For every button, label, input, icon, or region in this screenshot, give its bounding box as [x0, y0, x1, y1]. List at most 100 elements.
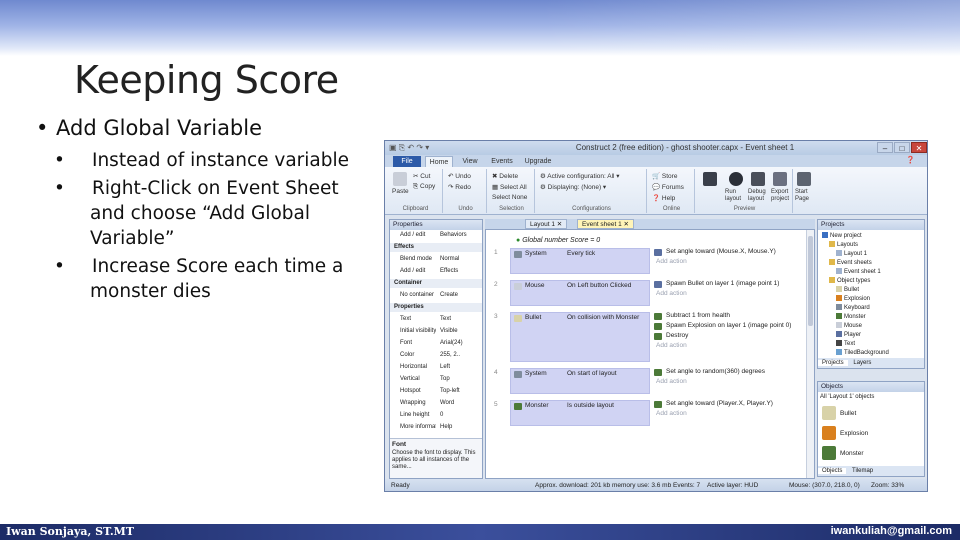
delete-button[interactable]: ✖ Delete: [492, 172, 518, 180]
event-condition[interactable]: System Every tick: [510, 248, 650, 274]
project-tree-item[interactable]: Object types: [829, 277, 870, 285]
maximize-button[interactable]: □: [894, 142, 910, 153]
export-project-button[interactable]: Export project: [771, 189, 793, 203]
run-layout-icon[interactable]: [729, 172, 743, 186]
add-action-link[interactable]: Add action: [654, 410, 806, 418]
project-tree-item[interactable]: Keyboard: [836, 304, 870, 312]
redo-button[interactable]: ↷ Redo: [448, 183, 471, 191]
active-configuration-select[interactable]: ⚙ Active configuration: All ▾: [540, 172, 620, 180]
paste-button[interactable]: Paste: [392, 188, 409, 195]
object-monster[interactable]: Monster: [822, 444, 863, 464]
event-condition[interactable]: Monster Is outside layout: [510, 400, 650, 426]
tab-objects[interactable]: Objects: [818, 468, 847, 474]
object-bullet[interactable]: Bullet: [822, 404, 856, 424]
displaying-select[interactable]: ⚙ Displaying: (None) ▾: [540, 183, 606, 191]
project-tree-item[interactable]: Bullet: [836, 286, 859, 294]
close-button[interactable]: ✕: [911, 142, 927, 153]
property-value[interactable]: Left: [440, 363, 480, 372]
export-project-icon[interactable]: [773, 172, 787, 186]
property-row[interactable]: Vertical Top: [390, 375, 482, 384]
event-action[interactable]: Set angle to random(360) degrees: [654, 368, 806, 376]
project-tree-item[interactable]: New project: [822, 232, 862, 240]
global-variable[interactable]: ● Global number Score = 0: [516, 237, 600, 244]
property-value[interactable]: Arial(24): [440, 339, 480, 348]
property-row[interactable]: Text Text: [390, 315, 482, 324]
object-explosion[interactable]: Explosion: [822, 424, 868, 444]
property-row[interactable]: Horizontal Left: [390, 363, 482, 372]
property-row[interactable]: Initial visibility Visible: [390, 327, 482, 336]
event-sheet[interactable]: ● Global number Score = 0 1 System Every t…: [485, 229, 815, 479]
copy-button[interactable]: ⎘ Copy: [413, 183, 435, 191]
property-row[interactable]: More information Help: [390, 423, 482, 432]
add-action-link[interactable]: Add action: [654, 342, 806, 350]
property-value[interactable]: 255, 2..: [440, 351, 480, 360]
event-sheet-scrollbar[interactable]: [806, 230, 814, 478]
help-icon[interactable]: ❓: [906, 156, 915, 164]
tab-file[interactable]: File: [393, 156, 421, 167]
project-tree-item[interactable]: Player: [836, 331, 861, 339]
tab-home[interactable]: Home: [425, 156, 453, 167]
start-page-button[interactable]: Start Page: [795, 189, 813, 203]
event-block[interactable]: 5 Monster Is outside layout Set angle towar…: [494, 400, 810, 428]
property-row[interactable]: No container Create: [390, 291, 482, 300]
event-action[interactable]: Spawn Bullet on layer 1 (image point 1): [654, 280, 806, 288]
project-tree-item[interactable]: TiledBackground: [836, 349, 889, 357]
property-row[interactable]: Color 255, 2..: [390, 351, 482, 360]
event-action[interactable]: Subtract 1 from health: [654, 312, 806, 320]
project-tree-item[interactable]: Monster: [836, 313, 866, 321]
property-category[interactable]: Effects: [390, 243, 482, 252]
event-block[interactable]: 1 System Every tick Set angle toward (Mouse…: [494, 248, 810, 276]
debug-layout-button[interactable]: Debug layout: [748, 189, 772, 203]
tab-layout-1[interactable]: Layout 1 ✕: [525, 219, 568, 229]
project-tree-item[interactable]: Event sheets: [829, 259, 872, 267]
objects-filter[interactable]: All 'Layout 1' objects: [820, 394, 874, 400]
property-row[interactable]: Blend mode Normal: [390, 255, 482, 264]
property-value[interactable]: Normal: [440, 255, 480, 264]
event-condition[interactable]: Mouse On Left button Clicked: [510, 280, 650, 306]
property-value[interactable]: Help: [440, 423, 480, 432]
send-icon[interactable]: [703, 172, 717, 186]
property-category[interactable]: Properties: [390, 303, 482, 312]
tab-event-sheet-1[interactable]: Event sheet 1 ✕: [577, 219, 635, 229]
store-button[interactable]: 🛒 Store: [652, 172, 677, 180]
property-value[interactable]: Behaviors: [440, 231, 480, 240]
property-value[interactable]: Top-left: [440, 387, 480, 396]
forums-button[interactable]: 💬 Forums: [652, 183, 684, 191]
add-action-link[interactable]: Add action: [654, 290, 806, 298]
quick-access-icons[interactable]: ▣ ⎘ ↶ ↷ ▾: [389, 143, 429, 153]
event-condition[interactable]: Bullet On collision with Monster: [510, 312, 650, 362]
project-tree-item[interactable]: Mouse: [836, 322, 862, 330]
property-value[interactable]: Visible: [440, 327, 480, 336]
help-button[interactable]: ❓ Help: [652, 194, 675, 202]
run-layout-button[interactable]: Run layout: [725, 189, 747, 203]
property-value[interactable]: Word: [440, 399, 480, 408]
project-tree-item[interactable]: Layout 1: [836, 250, 867, 258]
property-row[interactable]: Add / edit Behaviors: [390, 231, 482, 240]
select-all-button[interactable]: ▦ Select All: [492, 183, 527, 191]
home-icon[interactable]: [797, 172, 811, 186]
event-block[interactable]: 2 Mouse On Left button Clicked Spawn Bullet…: [494, 280, 810, 308]
property-row[interactable]: Add / edit Effects: [390, 267, 482, 276]
event-block[interactable]: 3 Bullet On collision with Monster Subtract…: [494, 312, 810, 364]
property-category[interactable]: Container: [390, 279, 482, 288]
event-action[interactable]: Set angle toward (Mouse.X, Mouse.Y): [654, 248, 806, 256]
project-tree-item[interactable]: Explosion: [836, 295, 870, 303]
property-row[interactable]: Wrapping Word: [390, 399, 482, 408]
event-action[interactable]: Destroy: [654, 332, 806, 340]
project-tree-item[interactable]: Layouts: [829, 241, 858, 249]
property-value[interactable]: Effects: [440, 267, 480, 276]
tab-tilemap[interactable]: Tilemap: [848, 468, 877, 474]
select-none-button[interactable]: Select None: [492, 194, 527, 201]
tab-upgrade[interactable]: Upgrade: [521, 156, 555, 167]
tab-projects[interactable]: Projects: [818, 360, 848, 366]
project-tree-item[interactable]: Event sheet 1: [836, 268, 881, 276]
project-tree-item[interactable]: Text: [836, 340, 855, 348]
event-condition[interactable]: System On start of layout: [510, 368, 650, 394]
tab-view[interactable]: View: [457, 156, 483, 167]
property-row[interactable]: Font Arial(24): [390, 339, 482, 348]
add-action-link[interactable]: Add action: [654, 378, 806, 386]
paste-icon[interactable]: [393, 172, 407, 186]
property-value[interactable]: Create: [440, 291, 480, 300]
event-action[interactable]: Spawn Explosion on layer 1 (image point …: [654, 322, 806, 330]
cut-button[interactable]: ✂ Cut: [413, 172, 430, 180]
